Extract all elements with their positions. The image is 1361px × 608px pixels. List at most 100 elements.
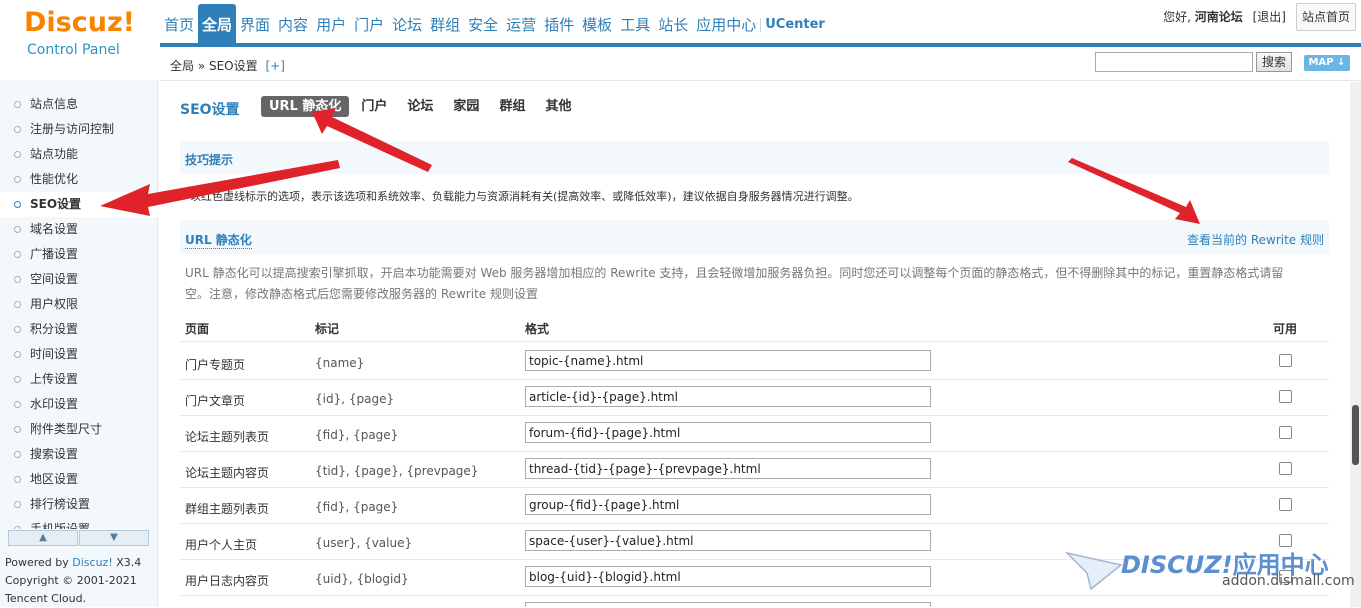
nav-templates[interactable]: 模板 [578,4,616,44]
site-home-button[interactable]: 站点首页 [1296,3,1356,31]
nav-interface[interactable]: 界面 [236,4,274,44]
format-input[interactable] [525,494,931,515]
nav-plugins[interactable]: 插件 [540,4,578,44]
scroll-down-button[interactable]: ▼ [79,530,149,546]
watermark-url: addon.dismall.com [1222,573,1355,589]
sidebar-item-site-features[interactable]: 站点功能 [0,142,158,167]
scrollbar-thumb[interactable] [1352,405,1359,465]
sidebar-scroll-controls: ▲ ▼ [8,530,149,546]
row-page: 门户专题页 [185,358,246,372]
nav-groups[interactable]: 群组 [426,4,464,44]
column-page: 页面 [185,322,210,336]
powered-by: Powered by Discuz! X3.4 Copyright © 2001… [5,554,141,608]
search-input[interactable] [1095,52,1253,72]
enable-checkbox[interactable] [1279,498,1292,511]
nav-global[interactable]: 全局 [198,4,237,44]
sidebar-item-broadcast[interactable]: 广播设置 [0,242,158,267]
tab-home[interactable]: 家园 [445,96,487,117]
table-row: 门户文章页 {id}, {page} [180,380,1329,416]
format-input[interactable] [525,602,931,607]
row-page: 论坛主题内容页 [185,466,270,480]
row-page: 群组主题列表页 [185,502,270,516]
logo[interactable]: Discuz! Control Panel [0,0,158,80]
tabs: URL 静态化 门户 论坛 家园 群组 其他 [261,96,579,117]
table-row: 门户专题页 {name} [180,344,1329,380]
format-input[interactable] [525,530,931,551]
format-input[interactable] [525,458,931,479]
enable-checkbox[interactable] [1279,462,1292,475]
breadcrumb: 全局 » SEO设置 [+] [170,57,285,74]
nav-home[interactable]: 首页 [160,4,198,44]
sidebar-item-site-info[interactable]: 站点信息 [0,92,158,117]
logo-subtitle: Control Panel [27,42,120,58]
row-page: 门户文章页 [185,394,246,408]
sidebar-item-upload[interactable]: 上传设置 [0,367,158,392]
header: Discuz! Control Panel 首页 全局 界面 内容 用户 门户 … [0,0,1361,58]
tips-header: 技巧提示 [180,141,1329,174]
row-tags: {name} [315,356,365,370]
scroll-up-button[interactable]: ▲ [8,530,78,546]
nav-webmaster[interactable]: 站长 [654,4,692,44]
enable-checkbox[interactable] [1279,354,1292,367]
watermark-logo-icon [1065,551,1123,591]
sidebar-item-region[interactable]: 地区设置 [0,467,158,492]
sidebar-item-permissions[interactable]: 用户权限 [0,292,158,317]
tab-forum[interactable]: 论坛 [399,96,441,117]
sidebar-item-attachment-types[interactable]: 附件类型尺寸 [0,417,158,442]
sidebar-item-time[interactable]: 时间设置 [0,342,158,367]
sidebar-item-registration[interactable]: 注册与访问控制 [0,117,158,142]
sidebar-item-mobile[interactable]: 手机版设置 [0,517,158,529]
search-button[interactable]: 搜索 [1256,52,1292,72]
row-tags: {uid}, {blogid} [315,572,409,586]
table-row: 论坛主题列表页 {fid}, {page} [180,416,1329,452]
format-input[interactable] [525,386,931,407]
sidebar-item-seo[interactable]: SEO设置 [0,192,158,217]
column-format: 格式 [525,322,550,336]
view-rewrite-rules-link[interactable]: 查看当前的 Rewrite 规则 [1187,231,1324,248]
nav-tools[interactable]: 工具 [616,4,654,44]
sidebar-item-search[interactable]: 搜索设置 [0,442,158,467]
tab-portal[interactable]: 门户 [353,96,395,117]
company: Tencent Cloud. [5,592,87,605]
tab-groups[interactable]: 群组 [491,96,533,117]
table-row: 群组主题列表页 {fid}, {page} [180,488,1329,524]
add-shortcut-link[interactable]: [+] [265,59,284,73]
sidebar-menu: 站点信息 注册与访问控制 站点功能 性能优化 SEO设置 域名设置 广播设置 空… [0,92,158,529]
sidebar-item-performance[interactable]: 性能优化 [0,167,158,192]
format-input[interactable] [525,350,931,371]
format-input[interactable] [525,422,931,443]
format-input[interactable] [525,566,931,587]
nav-content[interactable]: 内容 [274,4,312,44]
nav-portal[interactable]: 门户 [350,4,388,44]
sidebar-item-credits[interactable]: 积分设置 [0,317,158,342]
tab-url-static[interactable]: URL 静态化 [261,96,350,117]
breadcrumb-path: 全局 » SEO设置 [170,59,258,73]
watermark-brand-name: DISCUZ! [1121,551,1233,579]
tab-other[interactable]: 其他 [537,96,579,117]
powered-prefix: Powered by [5,556,73,569]
section-description: URL 静态化可以提高搜索引擎抓取，开启本功能需要对 Web 服务器增加相应的 … [185,266,1284,301]
table-row: 论坛主题内容页 {tid}, {page}, {prevpage} [180,452,1329,488]
sidebar-item-domain[interactable]: 域名设置 [0,217,158,242]
nav-forum[interactable]: 论坛 [388,4,426,44]
greeting: 您好, [1163,10,1191,24]
page-scrollbar[interactable] [1350,82,1361,607]
nav-security[interactable]: 安全 [464,4,502,44]
sidebar: 站点信息 注册与访问控制 站点功能 性能优化 SEO设置 域名设置 广播设置 空… [0,80,158,607]
logo-brand: Discuz! [24,7,135,38]
sidebar-item-ranking[interactable]: 排行榜设置 [0,492,158,517]
nav-ucenter[interactable]: UCenter [761,4,829,44]
row-tags: {fid}, {page} [315,428,399,442]
row-tags: {tid}, {page}, {prevpage} [315,464,479,478]
row-page: 论坛主题列表页 [185,430,270,444]
nav-operations[interactable]: 运营 [502,4,540,44]
sidebar-item-space[interactable]: 空间设置 [0,267,158,292]
map-button[interactable]: MAP ↓ [1304,55,1350,71]
nav-app-center[interactable]: 应用中心 [692,4,760,44]
enable-checkbox[interactable] [1279,426,1292,439]
sidebar-item-watermark[interactable]: 水印设置 [0,392,158,417]
powered-brand[interactable]: Discuz! [72,556,112,569]
logout-link[interactable]: [退出] [1253,10,1286,24]
enable-checkbox[interactable] [1279,390,1292,403]
nav-users[interactable]: 用户 [312,4,350,44]
